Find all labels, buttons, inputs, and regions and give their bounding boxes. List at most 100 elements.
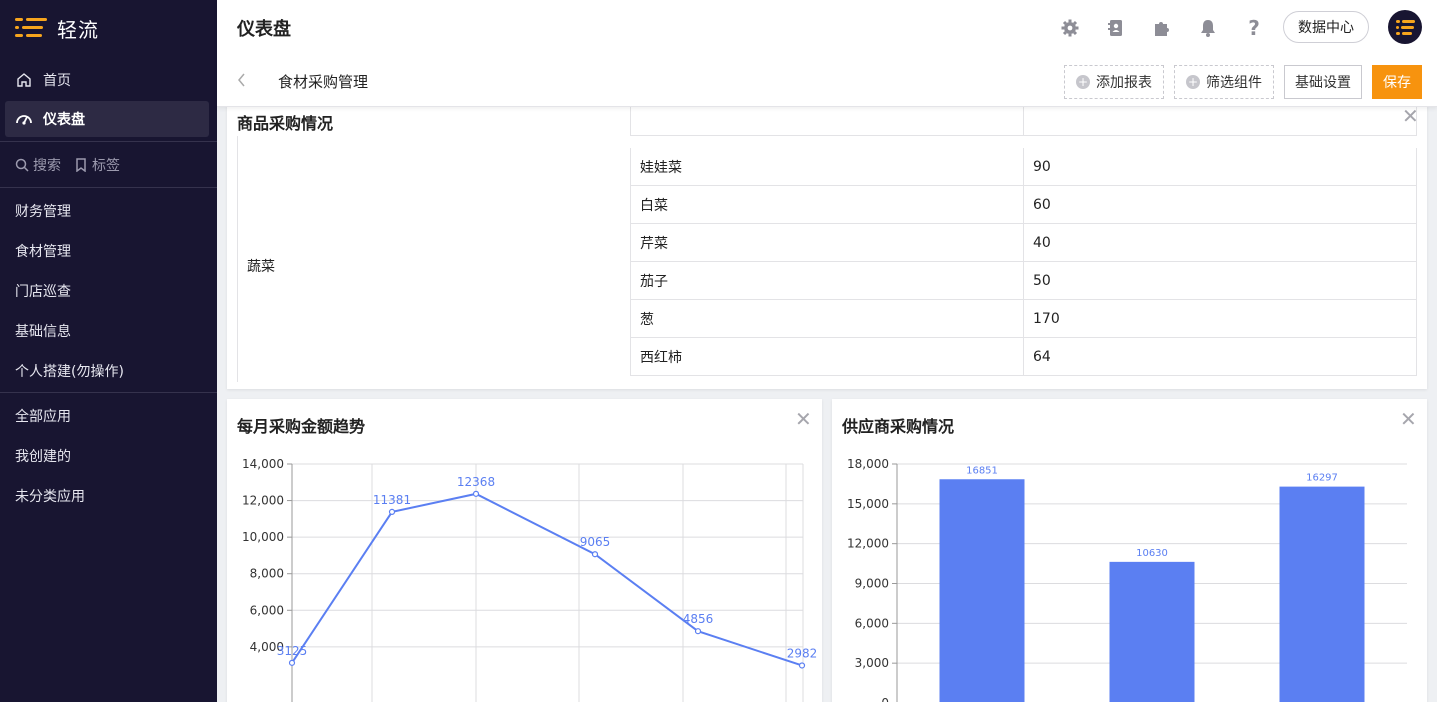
data-label: 16851 [966, 465, 998, 476]
y-tick-label: 15,000 [847, 497, 889, 511]
line-chart-card: 每月采购金额趋势 ✕ 4,000 6,000 8,000 10,000 12,000 14… [227, 399, 822, 702]
help-icon[interactable]: ? [1243, 16, 1265, 40]
item-name: 白菜 [631, 186, 1024, 224]
sidebar-item-store-inspection[interactable]: 门店巡查 [15, 281, 71, 301]
item-name: 西红柿 [631, 338, 1024, 376]
sidebar-tags[interactable]: 标签 [75, 155, 120, 175]
plus-icon: + [1076, 75, 1090, 89]
sidebar-search[interactable]: 搜索 [15, 155, 61, 175]
search-label: 搜索 [33, 158, 61, 174]
card-title: 商品采购情况 [237, 114, 334, 133]
bell-icon[interactable] [1197, 17, 1219, 39]
table-row: 娃娃菜 90 [630, 148, 1417, 186]
data-point [798, 662, 806, 669]
table-row: 芹菜 40 [630, 224, 1417, 262]
sidebar-item-my-created[interactable]: 我创建的 [15, 446, 71, 466]
y-tick-label: 18,000 [847, 457, 889, 471]
data-point [288, 659, 296, 666]
item-name: 芹菜 [631, 224, 1024, 262]
plugin-icon[interactable] [1151, 17, 1173, 39]
series-line [291, 492, 803, 667]
app-name: 轻流 [57, 17, 99, 42]
category-label: 蔬菜 [247, 259, 275, 275]
contacts-icon[interactable] [1105, 17, 1127, 39]
data-label: 4856 [683, 612, 714, 626]
table-card: 商品采购情况 ✕ 蔬菜 娃娃菜 90 白菜 60 芹菜 40 茄子 50 葱 1… [227, 100, 1427, 389]
sidebar-item-label: 仪表盘 [43, 112, 85, 128]
data-label: 11381 [373, 493, 411, 507]
y-tick-label: 8,000 [250, 567, 284, 581]
category-cell: 蔬菜 [237, 136, 630, 382]
y-tick-label: 9,000 [855, 577, 889, 591]
item-qty: 90 [1033, 159, 1051, 175]
divider [0, 187, 217, 188]
add-report-label: 添加报表 [1096, 75, 1152, 91]
add-report-button[interactable]: + 添加报表 [1064, 65, 1164, 99]
back-chevron-icon[interactable] [237, 72, 247, 91]
line-chart: 4,0006,0008,00010,00012,00014,0003125113… [242, 457, 818, 702]
table-row: 茄子 50 [630, 262, 1417, 300]
bar [939, 479, 1025, 702]
data-label: 2982 [787, 646, 818, 660]
sidebar-item-home[interactable]: 首页 [5, 62, 209, 98]
data-label: 10630 [1136, 548, 1168, 559]
logo-icon [15, 16, 47, 40]
y-tick-label: 14,000 [242, 457, 284, 471]
data-point [472, 490, 480, 497]
dashboard-name: 食材采购管理 [278, 73, 369, 91]
page-title: 仪表盘 [237, 19, 291, 40]
item-qty: 40 [1033, 235, 1051, 251]
sidebar-item-label: 首页 [43, 73, 71, 89]
bar-chart: 0 3,000 6,000 9,000 12,000 15,000 18,000 16851 1… [847, 457, 1407, 702]
search-icon [15, 158, 29, 172]
tags-label: 标签 [92, 158, 120, 174]
filter-widget-button[interactable]: + 筛选组件 [1174, 65, 1274, 99]
plus-icon: + [1186, 75, 1200, 89]
data-center-button[interactable]: 数据中心 [1283, 11, 1369, 43]
data-label: 12368 [457, 475, 495, 489]
sidebar-item-uncategorized[interactable]: 未分类应用 [15, 486, 85, 506]
sidebar-item-basic-info[interactable]: 基础信息 [15, 321, 71, 341]
gear-icon[interactable] [1059, 17, 1081, 39]
y-tick-label: 12,000 [847, 537, 889, 551]
y-tick-label: 12,000 [242, 494, 284, 508]
y-tick-label: 0 [881, 696, 889, 702]
item-qty: 60 [1033, 197, 1051, 213]
sidebar-item-finance[interactable]: 财务管理 [15, 201, 71, 221]
item-name: 茄子 [631, 262, 1024, 300]
item-qty: 170 [1033, 311, 1060, 327]
bar [1279, 486, 1365, 702]
bar-chart-card: 供应商采购情况 ✕ 03,0006,0009,00012,00015,00018… [832, 399, 1427, 702]
top-header: 仪表盘 ? 数据中心 食材采购管理 + 添加报表 + 筛选组件 基础设置 保存 [217, 0, 1437, 107]
table-row: 葱 170 [630, 300, 1417, 338]
sidebar: 轻流 首页 仪表盘 搜索 标签 财务管理 食材管理 门店巡查 基础信息 个人搭建… [0, 0, 217, 702]
app-logo[interactable]: 轻流 [15, 14, 99, 42]
divider [0, 392, 217, 393]
avatar[interactable] [1388, 10, 1422, 44]
save-button[interactable]: 保存 [1372, 65, 1422, 99]
dashboard-icon [15, 110, 33, 128]
divider [0, 141, 217, 142]
sidebar-item-personal[interactable]: 个人搭建(勿操作) [15, 361, 124, 381]
item-qty: 50 [1033, 273, 1051, 289]
search-tag-row: 搜索 标签 [15, 154, 134, 176]
y-tick-label: 10,000 [242, 530, 284, 544]
filter-widget-label: 筛选组件 [1206, 75, 1262, 91]
sidebar-item-ingredients[interactable]: 食材管理 [15, 241, 71, 261]
sidebar-item-dashboard[interactable]: 仪表盘 [5, 101, 209, 137]
y-tick-label: 3,000 [855, 656, 889, 670]
data-label: 16297 [1306, 473, 1338, 484]
sidebar-item-all-apps[interactable]: 全部应用 [15, 406, 71, 426]
item-name: 娃娃菜 [631, 148, 1024, 186]
item-qty: 64 [1033, 349, 1051, 365]
table-row: 西红柿 64 [630, 338, 1417, 376]
data-label: 9065 [580, 535, 611, 549]
bookmark-icon [76, 158, 86, 172]
item-name: 葱 [631, 300, 1024, 338]
data-label: 3125 [277, 644, 308, 658]
y-tick-label: 6,000 [855, 616, 889, 630]
basic-settings-button[interactable]: 基础设置 [1284, 65, 1362, 99]
bar [1109, 561, 1195, 702]
table-row: 白菜 60 [630, 186, 1417, 224]
y-tick-label: 6,000 [250, 603, 284, 617]
